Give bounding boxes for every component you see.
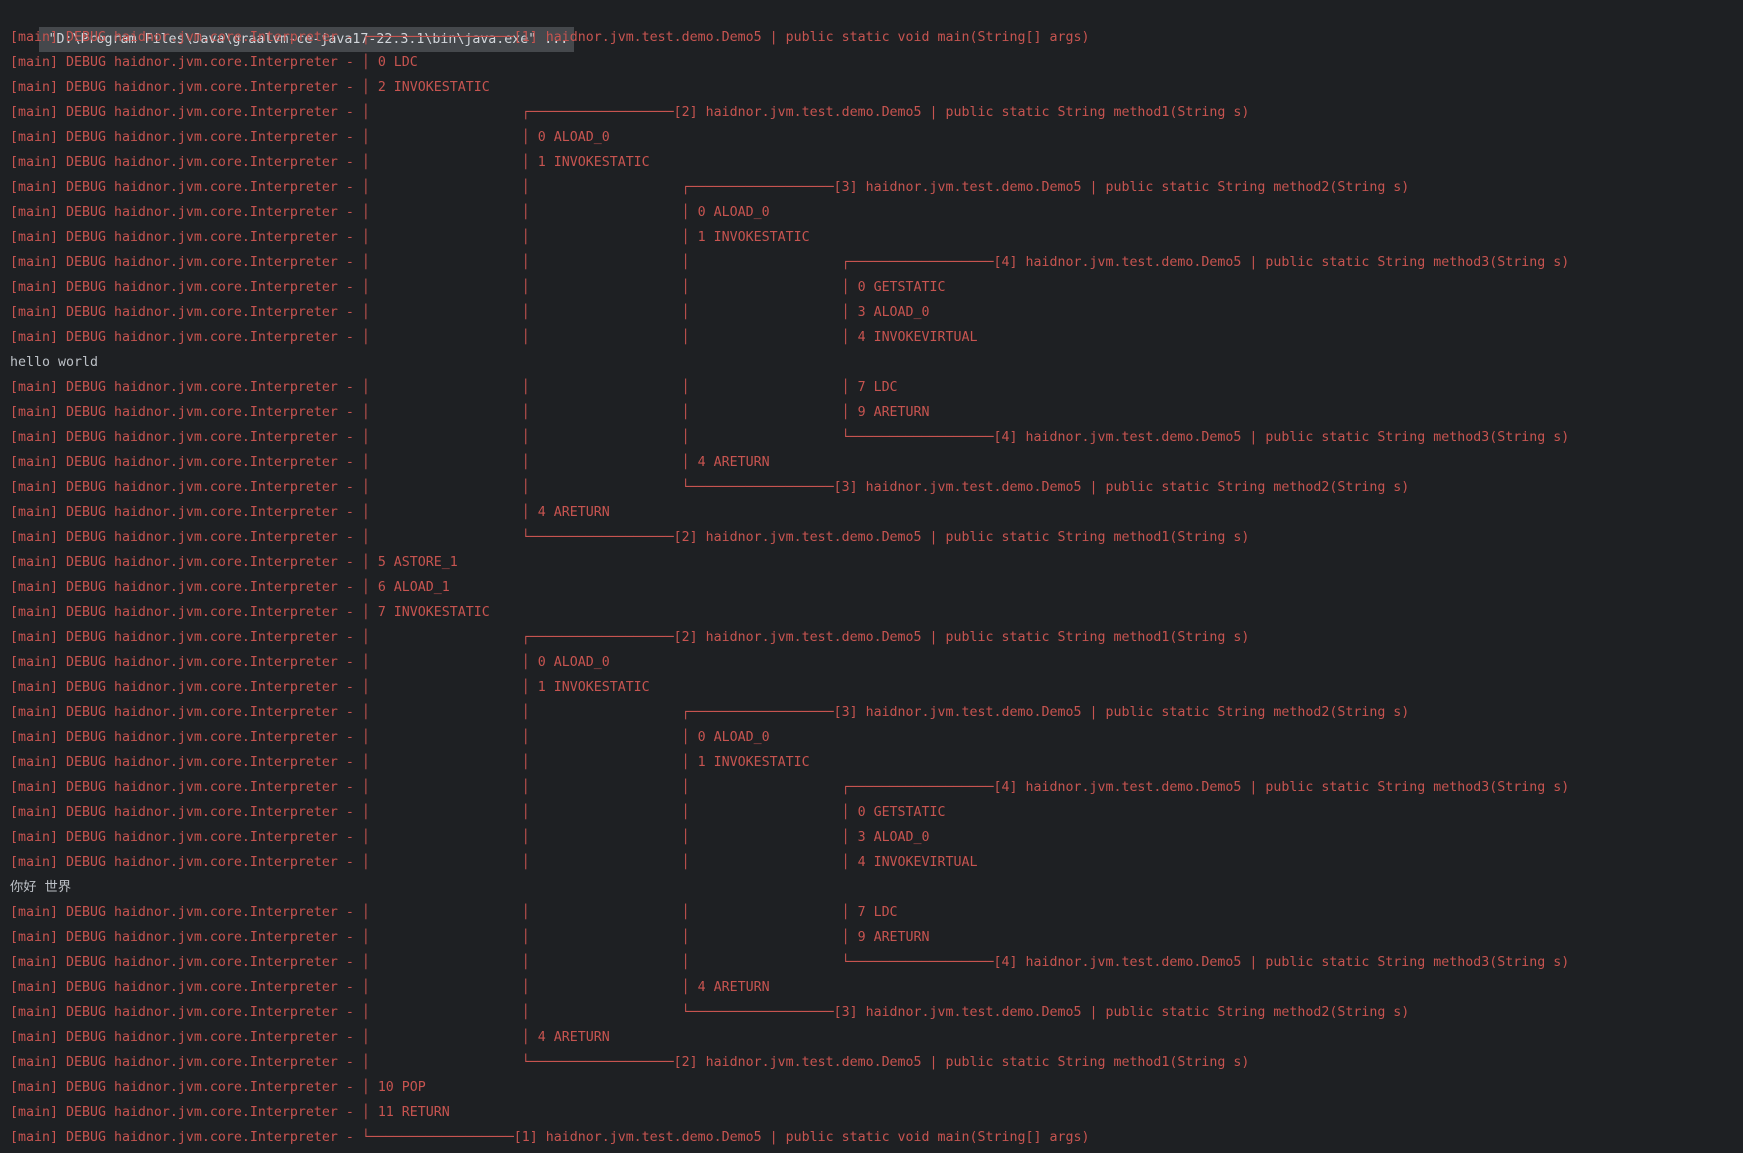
instruction-line: [main] DEBUG haidnor.jvm.core.Interprete… (0, 75, 1743, 100)
method-enter-line: [main] DEBUG haidnor.jvm.core.Interprete… (0, 175, 1743, 200)
instruction-line: [main] DEBUG haidnor.jvm.core.Interprete… (0, 750, 1743, 775)
terminal-window: "D:\Program Files\Java\graalvm-ce-java17… (0, 0, 1743, 1153)
instruction-line: [main] DEBUG haidnor.jvm.core.Interprete… (0, 725, 1743, 750)
instruction-line: [main] DEBUG haidnor.jvm.core.Interprete… (0, 825, 1743, 850)
console-output[interactable]: [main] DEBUG haidnor.jvm.core.Interprete… (0, 25, 1743, 1150)
instruction-line: [main] DEBUG haidnor.jvm.core.Interprete… (0, 975, 1743, 1000)
method-exit-line: [main] DEBUG haidnor.jvm.core.Interprete… (0, 1125, 1743, 1150)
instruction-line: [main] DEBUG haidnor.jvm.core.Interprete… (0, 675, 1743, 700)
method-enter-line: [main] DEBUG haidnor.jvm.core.Interprete… (0, 250, 1743, 275)
command-line-bar: "D:\Program Files\Java\graalvm-ce-java17… (0, 0, 1743, 25)
instruction-line: [main] DEBUG haidnor.jvm.core.Interprete… (0, 275, 1743, 300)
instruction-line: [main] DEBUG haidnor.jvm.core.Interprete… (0, 650, 1743, 675)
instruction-line: [main] DEBUG haidnor.jvm.core.Interprete… (0, 800, 1743, 825)
instruction-line: [main] DEBUG haidnor.jvm.core.Interprete… (0, 925, 1743, 950)
instruction-line: [main] DEBUG haidnor.jvm.core.Interprete… (0, 450, 1743, 475)
instruction-line: [main] DEBUG haidnor.jvm.core.Interprete… (0, 600, 1743, 625)
method-enter-line: [main] DEBUG haidnor.jvm.core.Interprete… (0, 625, 1743, 650)
instruction-line: [main] DEBUG haidnor.jvm.core.Interprete… (0, 150, 1743, 175)
method-enter-line: [main] DEBUG haidnor.jvm.core.Interprete… (0, 25, 1743, 50)
stdout-line: hello world (0, 350, 1743, 375)
instruction-line: [main] DEBUG haidnor.jvm.core.Interprete… (0, 125, 1743, 150)
instruction-line: [main] DEBUG haidnor.jvm.core.Interprete… (0, 900, 1743, 925)
instruction-line: [main] DEBUG haidnor.jvm.core.Interprete… (0, 225, 1743, 250)
method-exit-line: [main] DEBUG haidnor.jvm.core.Interprete… (0, 1000, 1743, 1025)
method-exit-line: [main] DEBUG haidnor.jvm.core.Interprete… (0, 475, 1743, 500)
method-enter-line: [main] DEBUG haidnor.jvm.core.Interprete… (0, 700, 1743, 725)
method-enter-line: [main] DEBUG haidnor.jvm.core.Interprete… (0, 100, 1743, 125)
instruction-line: [main] DEBUG haidnor.jvm.core.Interprete… (0, 200, 1743, 225)
stdout-line: 你好 世界 (0, 875, 1743, 900)
instruction-line: [main] DEBUG haidnor.jvm.core.Interprete… (0, 400, 1743, 425)
method-exit-line: [main] DEBUG haidnor.jvm.core.Interprete… (0, 950, 1743, 975)
instruction-line: [main] DEBUG haidnor.jvm.core.Interprete… (0, 575, 1743, 600)
instruction-line: [main] DEBUG haidnor.jvm.core.Interprete… (0, 1100, 1743, 1125)
instruction-line: [main] DEBUG haidnor.jvm.core.Interprete… (0, 850, 1743, 875)
instruction-line: [main] DEBUG haidnor.jvm.core.Interprete… (0, 50, 1743, 75)
method-exit-line: [main] DEBUG haidnor.jvm.core.Interprete… (0, 525, 1743, 550)
method-exit-line: [main] DEBUG haidnor.jvm.core.Interprete… (0, 425, 1743, 450)
instruction-line: [main] DEBUG haidnor.jvm.core.Interprete… (0, 1025, 1743, 1050)
instruction-line: [main] DEBUG haidnor.jvm.core.Interprete… (0, 500, 1743, 525)
instruction-line: [main] DEBUG haidnor.jvm.core.Interprete… (0, 300, 1743, 325)
method-exit-line: [main] DEBUG haidnor.jvm.core.Interprete… (0, 1050, 1743, 1075)
instruction-line: [main] DEBUG haidnor.jvm.core.Interprete… (0, 550, 1743, 575)
instruction-line: [main] DEBUG haidnor.jvm.core.Interprete… (0, 1075, 1743, 1100)
instruction-line: [main] DEBUG haidnor.jvm.core.Interprete… (0, 325, 1743, 350)
method-enter-line: [main] DEBUG haidnor.jvm.core.Interprete… (0, 775, 1743, 800)
instruction-line: [main] DEBUG haidnor.jvm.core.Interprete… (0, 375, 1743, 400)
